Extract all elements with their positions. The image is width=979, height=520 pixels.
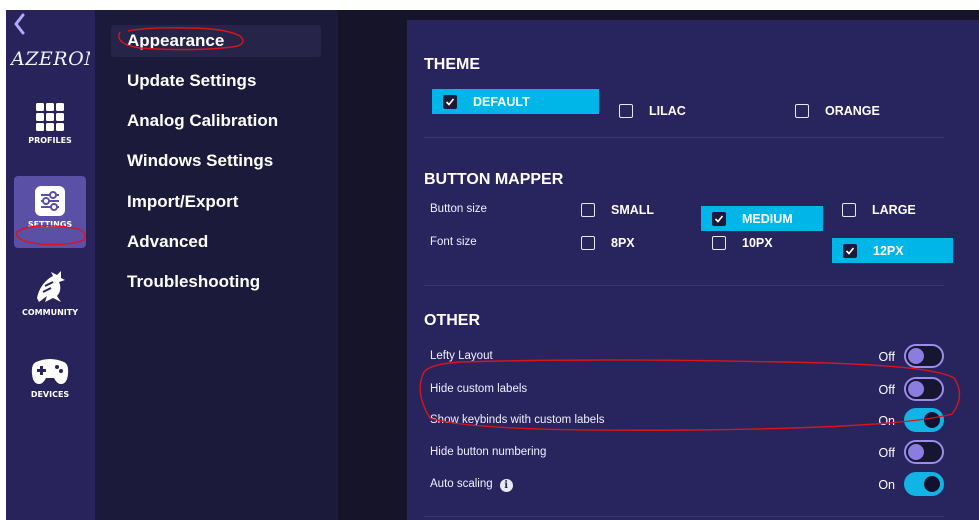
font-size-10px[interactable]: 10PX [701, 230, 821, 255]
toggle-state-text: Off [878, 383, 895, 397]
rail-item-profiles[interactable]: PROFILES [14, 100, 86, 160]
rail-label-settings: SETTINGS [27, 220, 73, 229]
icon-rail: AZERON PROFILES SETTINGS [6, 10, 102, 520]
button-mapper-title: BUTTON MAPPER [424, 171, 564, 188]
back-chevron-icon[interactable] [12, 13, 26, 35]
theme-option-label: DEFAULT [473, 94, 530, 109]
toggle-knob [908, 348, 924, 364]
toggle-state-text: Off [878, 446, 895, 460]
toggle-knob [924, 476, 940, 492]
toggle-state-text: On [878, 478, 895, 492]
checkbox-icon [712, 235, 726, 250]
toggle-knob [924, 412, 940, 428]
other-title: OTHER [424, 312, 480, 329]
setting-label-lefty-layout: Lefty Layout [430, 350, 493, 362]
setting-label-hide-button-numbering: Hide button numbering [430, 446, 547, 458]
show-keybinds-toggle[interactable] [904, 408, 944, 432]
svg-text:AZERON: AZERON [10, 48, 90, 70]
lefty-layout-toggle[interactable] [904, 344, 944, 368]
font-size-label: Font size [430, 236, 477, 248]
menu-item-windows-settings[interactable]: Windows Settings [111, 145, 321, 177]
section-divider [424, 137, 944, 138]
theme-option-label: ORANGE [825, 103, 880, 118]
toggle-knob [908, 381, 924, 397]
font-size-label-text: 12PX [873, 243, 904, 258]
setting-label-hide-custom-labels: Hide custom labels [430, 383, 528, 395]
theme-option-lilac[interactable]: LILAC [608, 98, 748, 123]
button-size-small[interactable]: SMALL [570, 197, 690, 222]
section-divider [424, 285, 944, 286]
settings-menu: Appearance Update Settings Analog Calibr… [95, 10, 338, 520]
toggle-state-text: On [878, 414, 895, 428]
font-size-label-text: 8PX [611, 235, 635, 250]
checkbox-icon [619, 103, 633, 118]
button-size-label-text: SMALL [611, 202, 655, 217]
info-icon[interactable]: i [499, 479, 513, 492]
sliders-icon [35, 186, 65, 216]
toggle-knob [908, 444, 924, 460]
rail-item-settings[interactable]: SETTINGS [14, 176, 86, 248]
checkbox-icon [581, 235, 595, 250]
hide-custom-labels-toggle[interactable] [904, 377, 944, 401]
menu-item-update-settings[interactable]: Update Settings [111, 65, 321, 97]
menu-item-analog-calibration[interactable]: Analog Calibration [111, 105, 321, 137]
font-size-8px[interactable]: 8PX [570, 230, 690, 255]
menu-item-advanced[interactable]: Advanced [111, 226, 321, 258]
font-size-12px[interactable]: 12PX [832, 238, 953, 263]
rail-item-community[interactable]: COMMUNITY [14, 268, 86, 328]
setting-row-auto-scaling: Auto scaling i [430, 478, 513, 492]
checkbox-icon [795, 103, 809, 118]
menu-item-troubleshooting[interactable]: Troubleshooting [111, 266, 321, 298]
menu-item-import-export[interactable]: Import/Export [111, 186, 321, 218]
checkbox-checked-icon [712, 211, 726, 226]
checkbox-icon [842, 202, 856, 217]
gamepad-icon [31, 359, 69, 384]
toggle-state-text: Off [878, 350, 895, 364]
checkbox-checked-icon [443, 94, 457, 109]
button-size-label: Button size [430, 203, 487, 215]
section-divider [424, 516, 944, 517]
rail-label-profiles: PROFILES [28, 136, 72, 145]
theme-option-label: LILAC [649, 103, 686, 118]
rail-label-devices: DEVICES [30, 390, 70, 399]
button-size-medium[interactable]: MEDIUM [701, 206, 823, 231]
grid-icon [36, 103, 64, 131]
appearance-panel: THEME DEFAULT LILAC ORANGE BUTTON MAPPER… [407, 20, 979, 520]
menu-item-appearance[interactable]: Appearance [111, 25, 321, 57]
theme-option-orange[interactable]: ORANGE [784, 98, 924, 123]
dragon-icon [37, 271, 65, 302]
logo-wordmark-icon: AZERON [9, 48, 102, 70]
setting-label-show-keybinds: Show keybinds with custom labels [430, 414, 605, 426]
hide-button-numbering-toggle[interactable] [904, 440, 944, 464]
font-size-label-text: 10PX [742, 235, 773, 250]
setting-label-auto-scaling: Auto scaling [430, 478, 493, 490]
button-size-large[interactable]: LARGE [831, 197, 951, 222]
theme-option-default[interactable]: DEFAULT [432, 89, 599, 114]
azeron-logo: AZERON [9, 46, 102, 75]
auto-scaling-toggle[interactable] [904, 472, 944, 496]
rail-item-devices[interactable]: DEVICES [14, 354, 86, 414]
theme-title: THEME [424, 56, 480, 73]
app-window: AZERON PROFILES SETTINGS [6, 10, 979, 520]
checkbox-icon [581, 202, 595, 217]
checkbox-checked-icon [843, 243, 857, 258]
button-size-label-text: LARGE [872, 202, 916, 217]
rail-label-community: COMMUNITY [21, 308, 78, 317]
button-size-label-text: MEDIUM [742, 211, 793, 226]
